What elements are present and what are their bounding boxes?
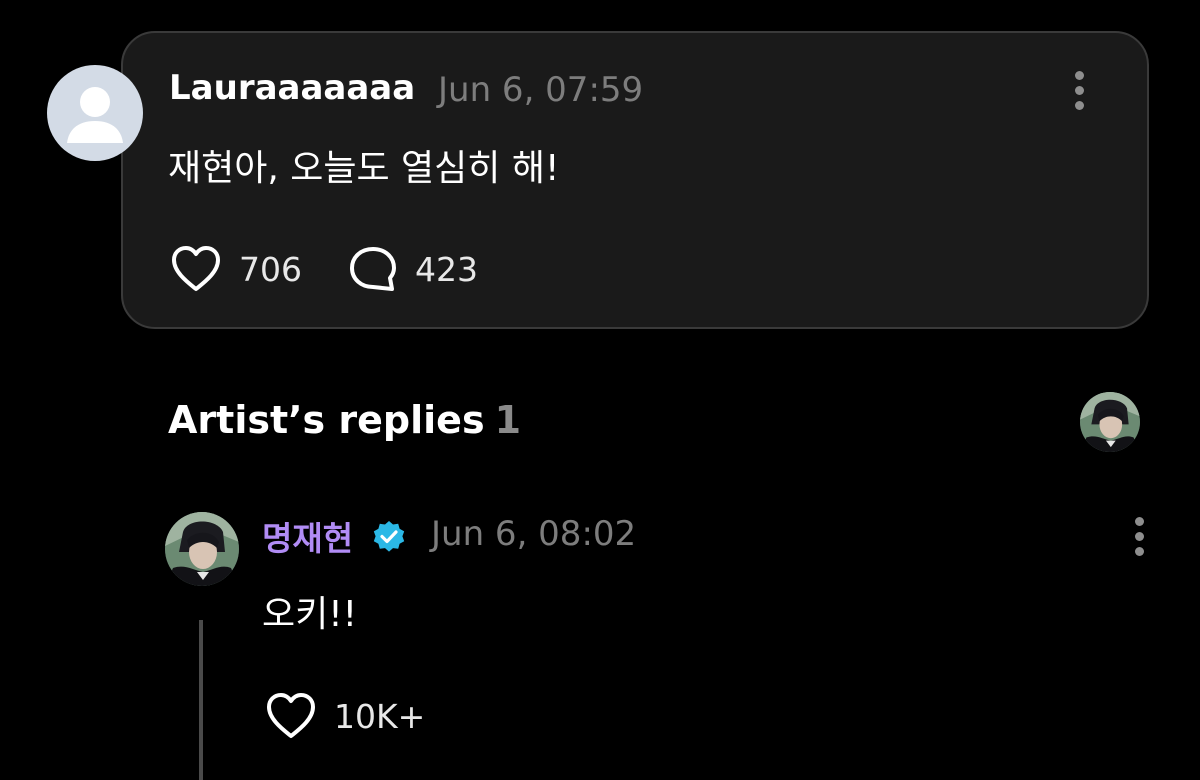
heart-icon — [267, 693, 315, 738]
comment-reply-count: 423 — [415, 249, 478, 289]
comment-like-button[interactable]: 706 — [170, 245, 302, 293]
artist-photo — [1080, 392, 1140, 452]
artist-replies-heading: Artist’s replies 1 — [168, 398, 521, 442]
reply-like-button[interactable]: 10K+ — [264, 692, 425, 740]
artist-avatar-small[interactable] — [1080, 392, 1140, 452]
comment-bubble-icon — [350, 247, 396, 291]
user-silhouette-icon — [67, 87, 123, 143]
artist-replies-title: Artist’s replies — [168, 398, 485, 442]
comment-reply-button[interactable]: 423 — [348, 245, 478, 293]
artist-avatar[interactable] — [165, 512, 239, 586]
reply-more-options-icon[interactable] — [1130, 515, 1150, 559]
reply-like-count: 10K+ — [334, 696, 426, 736]
reply-timestamp: Jun 6, 08:02 — [431, 514, 637, 554]
comment-timestamp: Jun 6, 07:59 — [438, 70, 644, 110]
comment-text: 재현아, 오늘도 열심히 해! — [168, 148, 560, 189]
commenter-avatar[interactable] — [47, 65, 143, 161]
heart-icon — [172, 246, 220, 291]
artist-photo — [165, 512, 239, 586]
reply-text: 오키!! — [262, 594, 358, 635]
artist-replies-count: 1 — [494, 398, 522, 442]
reply-author-name[interactable]: 명재현 — [262, 512, 353, 560]
thread-line — [199, 620, 203, 780]
comment-author-name[interactable]: Lauraaaaaaa — [169, 68, 415, 108]
comment-like-count: 706 — [239, 249, 302, 289]
comment-more-options-icon[interactable] — [1070, 69, 1090, 113]
verified-badge-icon — [373, 521, 405, 552]
